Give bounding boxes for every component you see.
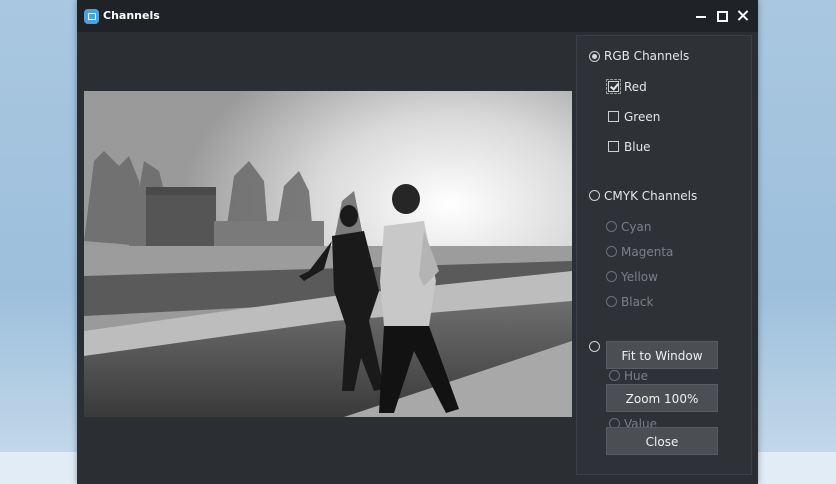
red-channel-label[interactable]: Red (624, 80, 647, 94)
green-channel-label[interactable]: Green (624, 110, 660, 124)
fit-to-window-button[interactable]: Fit to Window (606, 341, 718, 369)
maximize-icon[interactable] (714, 8, 730, 24)
title-bar[interactable]: Channels (77, 0, 758, 32)
cyan-radio (606, 221, 617, 232)
zoom-100-button[interactable]: Zoom 100% (606, 384, 718, 412)
cmyk-channels-label[interactable]: CMYK Channels (604, 189, 697, 203)
hue-label: Hue (624, 369, 649, 383)
blue-channel-checkbox[interactable] (608, 141, 619, 152)
cmyk-channels-radio[interactable] (589, 190, 600, 201)
window-title: Channels (103, 9, 160, 22)
hue-radio (609, 370, 620, 381)
hsv-channels-radio[interactable] (589, 341, 600, 352)
magenta-radio (606, 246, 617, 257)
yellow-label: Yellow (621, 270, 658, 284)
rgb-channels-radio[interactable] (589, 51, 600, 62)
green-channel-checkbox[interactable] (608, 111, 619, 122)
yellow-radio (606, 271, 617, 282)
close-icon[interactable] (735, 8, 751, 24)
channels-app-icon (84, 9, 99, 24)
red-channel-checkbox[interactable] (606, 79, 621, 94)
minimize-icon[interactable] (693, 8, 709, 24)
rgb-channels-label[interactable]: RGB Channels (604, 49, 689, 63)
magenta-label: Magenta (621, 245, 674, 259)
close-button[interactable]: Close (606, 427, 718, 455)
cyan-label: Cyan (621, 220, 652, 234)
blue-channel-label[interactable]: Blue (624, 140, 651, 154)
image-preview (84, 91, 572, 417)
photo-preview (84, 91, 572, 417)
black-label: Black (621, 295, 654, 309)
black-radio (606, 296, 617, 307)
